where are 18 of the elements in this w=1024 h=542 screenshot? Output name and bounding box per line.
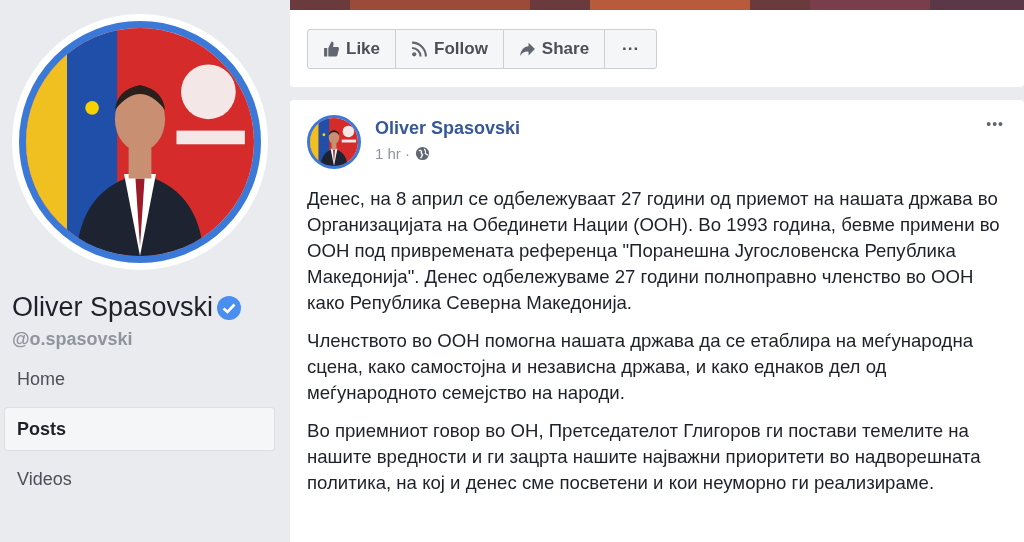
rss-icon [411, 41, 429, 57]
follow-button[interactable]: Follow [395, 29, 504, 69]
profile-handle: @o.spasovski [12, 329, 134, 350]
sidebar-nav-item[interactable]: Posts [5, 408, 274, 450]
globe-icon [415, 146, 430, 161]
post-paragraph: Членството во ООН помогна нашата држава да се етаблира на меѓународна сцена, како самостојна и независна држава, и како еднаков дел од меѓународното семејство на народи. [307, 329, 975, 405]
post-paragraph: Денес, на 8 април се одбележуваат 27 години од приемот на нашата држава во Организацијата на Обединети Нации (ООН). Во 1993 година, бевме примени во ООН под привремената референца "Поранешна Југословенска Република Македонија". Денес одбележуваме 27 години полноправно членство во ООН како Република Северна Македонија. [307, 187, 1001, 315]
profile-name: Oliver Spasovski [12, 292, 214, 323]
post-paragraph: Во приемниот говор во ОН, Претседателот Глигоров ги постави темелите на нашите вредности и ги зацрта нашите најважни приоритети во надворешната политика, на кој и денес сме посветени и кои неуморно ги реализираме. [307, 419, 982, 495]
sidebar-nav-item[interactable]: Videos [5, 458, 274, 500]
more-button[interactable]: ··· [604, 29, 658, 69]
sidebar-nav-item[interactable]: Home [5, 358, 274, 400]
author-name[interactable]: Oliver Spasovski [375, 118, 987, 139]
like-button[interactable]: Like [307, 29, 397, 69]
share-arrow-icon [518, 41, 536, 57]
post-options-button[interactable]: ••• [986, 116, 1004, 132]
thumbs-up-icon [323, 41, 340, 57]
share-button[interactable]: Share [502, 29, 606, 69]
